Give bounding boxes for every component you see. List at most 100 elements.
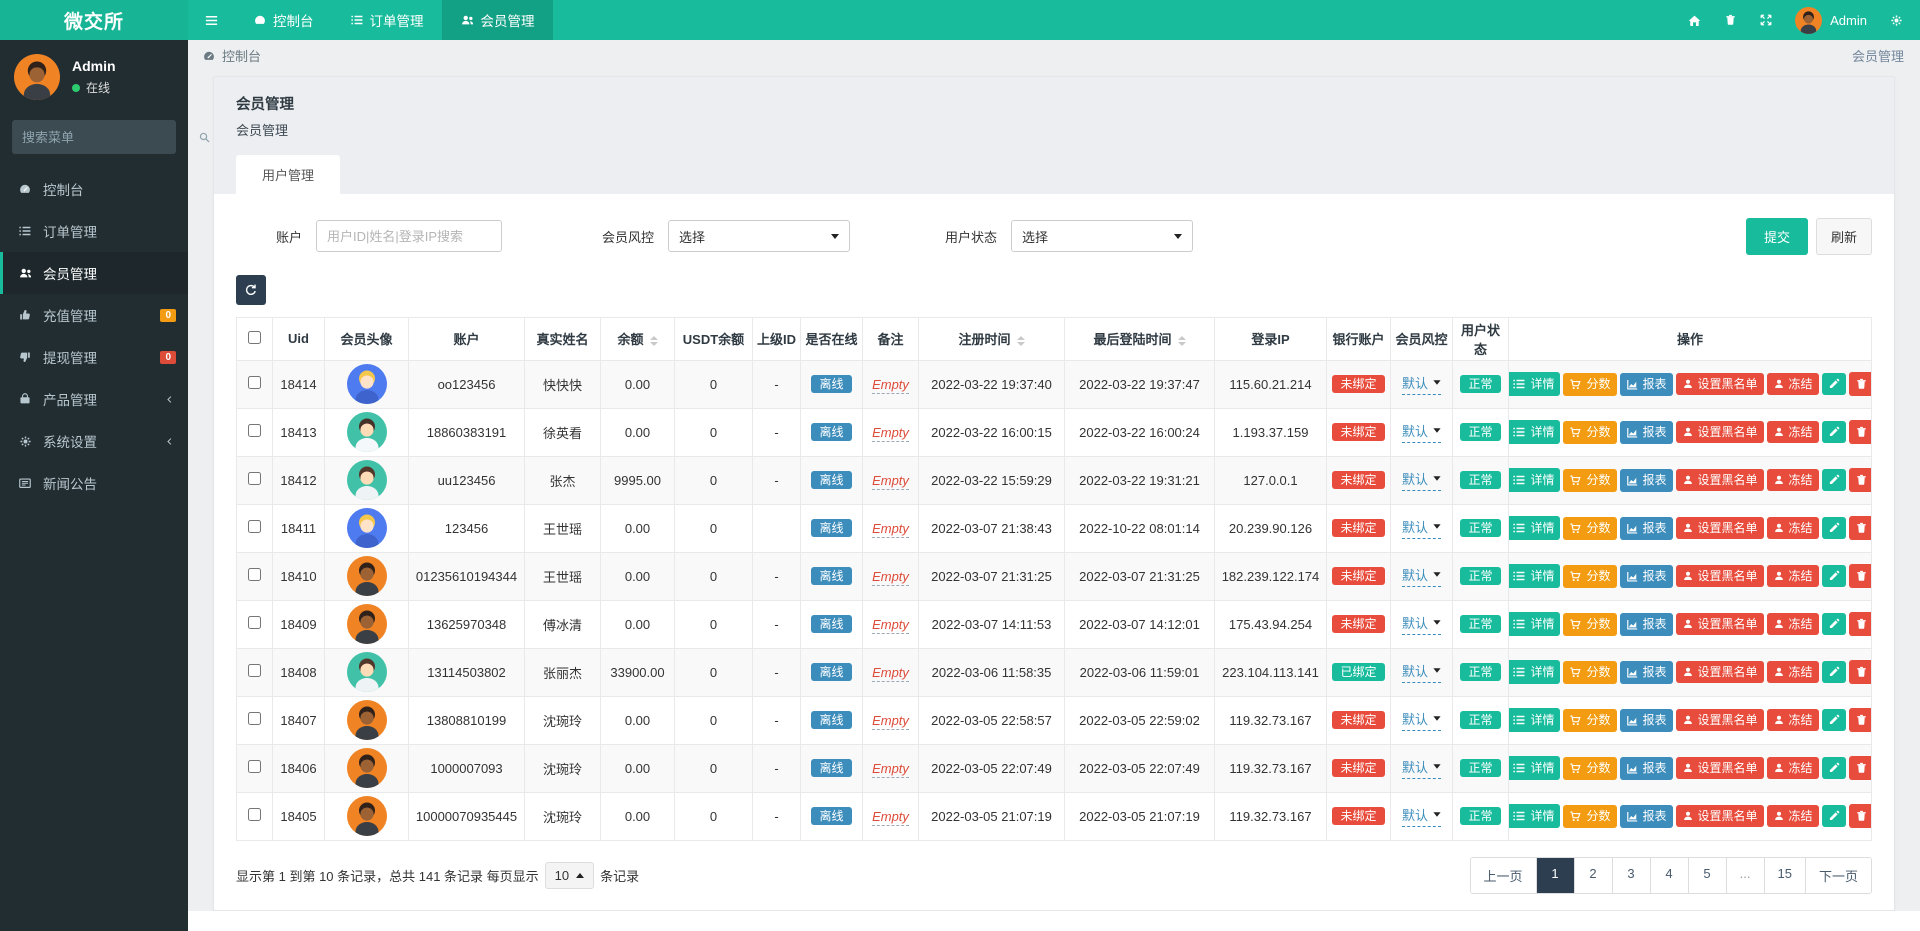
- remark-link[interactable]: Empty: [872, 473, 909, 490]
- select-all-checkbox[interactable]: [248, 331, 261, 344]
- report-button[interactable]: 报表: [1620, 805, 1673, 828]
- report-button[interactable]: 报表: [1620, 373, 1673, 396]
- row-checkbox[interactable]: [248, 568, 261, 581]
- edit-button[interactable]: [1822, 613, 1846, 635]
- risk-dropdown[interactable]: 默认: [1402, 757, 1441, 779]
- page-size-select[interactable]: 10: [545, 862, 594, 889]
- column-header-余额[interactable]: 余额: [601, 317, 675, 360]
- page-button-4[interactable]: 4: [1651, 858, 1689, 893]
- remark-link[interactable]: Empty: [872, 521, 909, 538]
- blacklist-button[interactable]: 设置黑名单: [1676, 517, 1764, 539]
- tab-user-management[interactable]: 用户管理: [236, 155, 340, 194]
- gears-icon[interactable]: [1889, 13, 1904, 28]
- refresh-button[interactable]: 刷新: [1816, 218, 1872, 255]
- risk-dropdown[interactable]: 默认: [1402, 661, 1441, 683]
- row-checkbox[interactable]: [248, 376, 261, 389]
- detail-button[interactable]: 详情: [1509, 708, 1561, 732]
- risk-dropdown[interactable]: 默认: [1402, 517, 1441, 539]
- score-button[interactable]: 分数: [1563, 709, 1616, 732]
- report-button[interactable]: 报表: [1620, 709, 1673, 732]
- home-icon[interactable]: [1687, 13, 1702, 28]
- score-button[interactable]: 分数: [1563, 661, 1616, 684]
- freeze-button[interactable]: 冻结: [1767, 757, 1819, 779]
- freeze-button[interactable]: 冻结: [1767, 565, 1819, 587]
- delete-button[interactable]: [1849, 468, 1872, 492]
- column-header-注册时间[interactable]: 注册时间: [919, 317, 1065, 360]
- detail-button[interactable]: 详情: [1509, 756, 1561, 780]
- row-checkbox[interactable]: [248, 520, 261, 533]
- edit-button[interactable]: [1822, 517, 1846, 539]
- nav-item-订单管理[interactable]: 订单管理: [332, 0, 442, 40]
- app-logo[interactable]: 微交所: [0, 0, 188, 40]
- delete-button[interactable]: [1849, 756, 1872, 780]
- remark-link[interactable]: Empty: [872, 377, 909, 394]
- detail-button[interactable]: 详情: [1509, 564, 1561, 588]
- freeze-button[interactable]: 冻结: [1767, 373, 1819, 395]
- row-checkbox[interactable]: [248, 424, 261, 437]
- freeze-button[interactable]: 冻结: [1767, 613, 1819, 635]
- status-select[interactable]: 选择: [1011, 220, 1193, 252]
- sidebar-item-控制台[interactable]: 控制台: [0, 168, 188, 210]
- score-button[interactable]: 分数: [1563, 805, 1616, 828]
- freeze-button[interactable]: 冻结: [1767, 805, 1819, 827]
- blacklist-button[interactable]: 设置黑名单: [1676, 661, 1764, 683]
- blacklist-button[interactable]: 设置黑名单: [1676, 613, 1764, 635]
- delete-button[interactable]: [1849, 516, 1872, 540]
- page-button-15[interactable]: 15: [1765, 858, 1806, 893]
- report-button[interactable]: 报表: [1620, 421, 1673, 444]
- sidebar-item-新闻公告[interactable]: 新闻公告: [0, 462, 188, 504]
- delete-button[interactable]: [1849, 804, 1872, 828]
- score-button[interactable]: 分数: [1563, 469, 1616, 492]
- submit-button[interactable]: 提交: [1746, 218, 1808, 255]
- report-button[interactable]: 报表: [1620, 757, 1673, 780]
- sidebar-item-订单管理[interactable]: 订单管理: [0, 210, 188, 252]
- detail-button[interactable]: 详情: [1509, 372, 1561, 396]
- blacklist-button[interactable]: 设置黑名单: [1676, 757, 1764, 779]
- row-checkbox[interactable]: [248, 664, 261, 677]
- freeze-button[interactable]: 冻结: [1767, 469, 1819, 491]
- remark-link[interactable]: Empty: [872, 569, 909, 586]
- blacklist-button[interactable]: 设置黑名单: [1676, 373, 1764, 395]
- delete-button[interactable]: [1849, 420, 1872, 444]
- breadcrumb-left[interactable]: 控制台: [202, 46, 261, 65]
- page-button-1[interactable]: 1: [1537, 858, 1575, 893]
- edit-button[interactable]: [1822, 421, 1846, 443]
- expand-icon[interactable]: [1759, 13, 1773, 27]
- sidebar-item-充值管理[interactable]: 充值管理0: [0, 294, 188, 336]
- row-checkbox[interactable]: [248, 760, 261, 773]
- remark-link[interactable]: Empty: [872, 617, 909, 634]
- page-button-下一页[interactable]: 下一页: [1806, 858, 1871, 893]
- score-button[interactable]: 分数: [1563, 373, 1616, 396]
- score-button[interactable]: 分数: [1563, 517, 1616, 540]
- sidebar-item-产品管理[interactable]: 产品管理: [0, 378, 188, 420]
- risk-dropdown[interactable]: 默认: [1402, 421, 1441, 443]
- row-checkbox[interactable]: [248, 712, 261, 725]
- freeze-button[interactable]: 冻结: [1767, 517, 1819, 539]
- row-checkbox[interactable]: [248, 808, 261, 821]
- risk-dropdown[interactable]: 默认: [1402, 709, 1441, 731]
- page-button-5[interactable]: 5: [1689, 858, 1727, 893]
- score-button[interactable]: 分数: [1563, 757, 1616, 780]
- edit-button[interactable]: [1822, 661, 1846, 683]
- report-button[interactable]: 报表: [1620, 469, 1673, 492]
- remark-link[interactable]: Empty: [872, 425, 909, 442]
- freeze-button[interactable]: 冻结: [1767, 661, 1819, 683]
- sort-icon[interactable]: [1178, 336, 1186, 346]
- blacklist-button[interactable]: 设置黑名单: [1676, 805, 1764, 827]
- score-button[interactable]: 分数: [1563, 565, 1616, 588]
- table-refresh-button[interactable]: [236, 275, 266, 305]
- delete-button[interactable]: [1849, 372, 1872, 396]
- blacklist-button[interactable]: 设置黑名单: [1676, 421, 1764, 443]
- report-button[interactable]: 报表: [1620, 565, 1673, 588]
- freeze-button[interactable]: 冻结: [1767, 709, 1819, 731]
- sidebar-item-提现管理[interactable]: 提现管理0: [0, 336, 188, 378]
- risk-select[interactable]: 选择: [668, 220, 850, 252]
- report-button[interactable]: 报表: [1620, 661, 1673, 684]
- sort-icon[interactable]: [1017, 336, 1025, 346]
- delete-button[interactable]: [1849, 564, 1872, 588]
- score-button[interactable]: 分数: [1563, 421, 1616, 444]
- detail-button[interactable]: 详情: [1509, 660, 1561, 684]
- edit-button[interactable]: [1822, 373, 1846, 395]
- edit-button[interactable]: [1822, 565, 1846, 587]
- delete-button[interactable]: [1849, 708, 1872, 732]
